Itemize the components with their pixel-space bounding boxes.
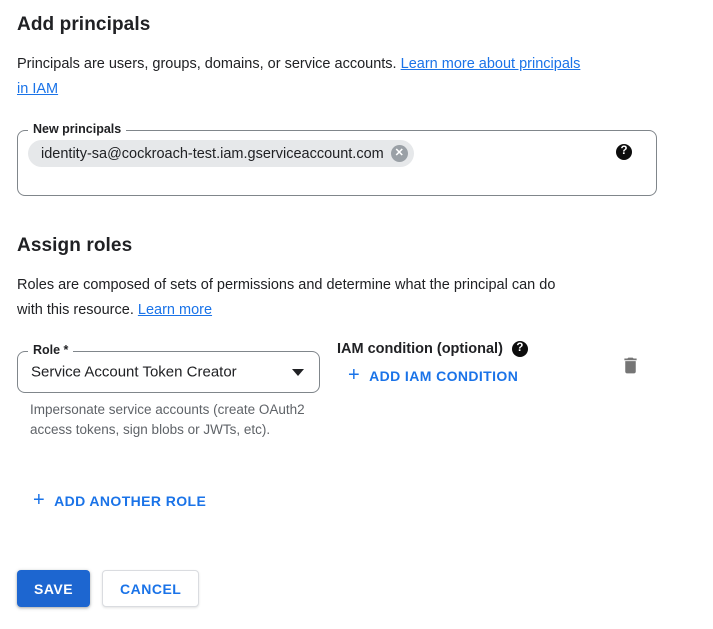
- learn-more-principals-link-line1: Learn more about principals: [401, 56, 581, 72]
- new-principals-field-label: New principals: [28, 122, 126, 136]
- role-select[interactable]: Role * Service Account Token Creator: [17, 351, 320, 393]
- iam-condition-header: IAM condition (optional) ?: [337, 341, 528, 357]
- add-iam-condition-label: ADD IAM CONDITION: [369, 368, 518, 384]
- add-principals-panel: Add principals Principals are users, gro…: [0, 0, 713, 629]
- add-another-role-label: ADD ANOTHER ROLE: [54, 493, 206, 509]
- iam-condition-help-icon[interactable]: ?: [512, 341, 528, 357]
- learn-more-principals-link-line2: in IAM: [17, 81, 58, 97]
- assign-roles-description-line1: Roles are composed of sets of permission…: [17, 277, 555, 293]
- learn-more-roles-link[interactable]: Learn more: [138, 302, 212, 318]
- save-button[interactable]: SAVE: [17, 570, 90, 607]
- delete-role-button[interactable]: [618, 353, 642, 377]
- role-select-label: Role *: [28, 343, 73, 357]
- role-select-value: Service Account Token Creator: [31, 364, 237, 381]
- new-principals-field[interactable]: New principals identity-sa@cockroach-tes…: [17, 130, 657, 196]
- chip-remove-icon[interactable]: ✕: [391, 145, 408, 162]
- principals-intro-static: Principals are users, groups, domains, o…: [17, 56, 397, 72]
- dropdown-arrow-icon: [292, 369, 304, 376]
- plus-icon: +: [348, 368, 360, 382]
- cancel-button[interactable]: CANCEL: [102, 570, 199, 607]
- new-principals-help-icon[interactable]: ?: [616, 144, 632, 160]
- role-helper-text: Impersonate service accounts (create OAu…: [30, 400, 310, 440]
- assign-roles-description: Roles are composed of sets of permission…: [17, 273, 677, 323]
- add-iam-condition-button[interactable]: + ADD IAM CONDITION: [348, 368, 518, 384]
- trash-icon: [620, 355, 641, 376]
- add-another-role-button[interactable]: + ADD ANOTHER ROLE: [33, 493, 206, 509]
- principals-intro-text: Principals are users, groups, domains, o…: [17, 52, 677, 102]
- plus-icon: +: [33, 493, 45, 507]
- principal-chip-value: identity-sa@cockroach-test.iam.gservicea…: [41, 146, 384, 162]
- iam-condition-label: IAM condition (optional): [337, 341, 503, 357]
- page-title: Add principals: [17, 14, 150, 36]
- assign-roles-description-line2: with this resource.: [17, 302, 134, 318]
- assign-roles-title: Assign roles: [17, 235, 132, 257]
- principal-chip: identity-sa@cockroach-test.iam.gservicea…: [28, 140, 414, 167]
- iam-condition-block: IAM condition (optional) ? + ADD IAM CON…: [337, 341, 528, 387]
